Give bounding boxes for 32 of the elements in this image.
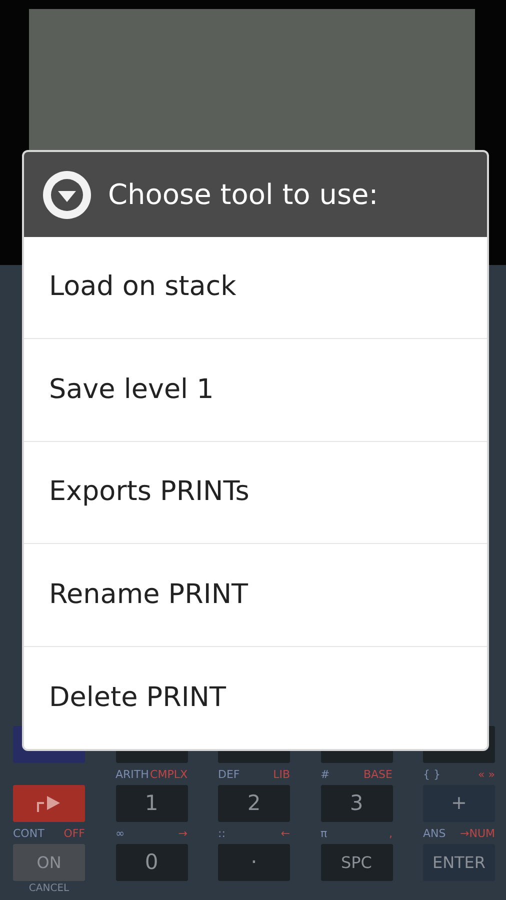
key-legend: :: — [218, 828, 226, 838]
key-legend: ← — [280, 828, 290, 838]
calculator-key[interactable]: 2 — [218, 785, 290, 822]
key-legend: BASE — [363, 768, 392, 780]
key-legend: # — [320, 768, 330, 780]
calculator-key[interactable]: SPC — [320, 844, 392, 881]
key-legend: CMPLX — [150, 768, 188, 780]
key-legend: → — [178, 828, 188, 838]
key-legend: CANCEL — [13, 884, 85, 894]
key-legend: LIB — [273, 768, 290, 780]
key-legend: →NUM — [460, 828, 495, 838]
calculator-key[interactable]: ENTER — [423, 844, 495, 881]
calculator-key[interactable]: 0 — [116, 844, 188, 881]
arrow-icon — [36, 794, 62, 812]
key-legend: , — [389, 828, 392, 838]
calculator-key[interactable]: ON — [13, 844, 85, 881]
key-legend: ∞ — [116, 828, 125, 838]
key-legend: OFF — [64, 828, 85, 838]
key-legend: π — [320, 828, 328, 838]
dialog-title: Choose tool to use: — [108, 176, 378, 212]
shift-key[interactable] — [13, 785, 85, 822]
key-legend: CONT — [13, 828, 44, 838]
key-legend: ANS — [423, 828, 446, 838]
calculator-key[interactable]: · — [218, 844, 290, 881]
calculator-key[interactable]: 3 — [320, 785, 392, 822]
key-legend: { } — [423, 768, 440, 780]
calculator-key[interactable]: 1 — [116, 785, 188, 822]
calculator-key[interactable]: + — [423, 785, 495, 822]
key-legend: « » — [478, 768, 495, 780]
key-legend: ARITH — [116, 768, 149, 780]
key-legend: DEF — [218, 768, 240, 780]
dropdown-circle-icon — [42, 170, 92, 220]
